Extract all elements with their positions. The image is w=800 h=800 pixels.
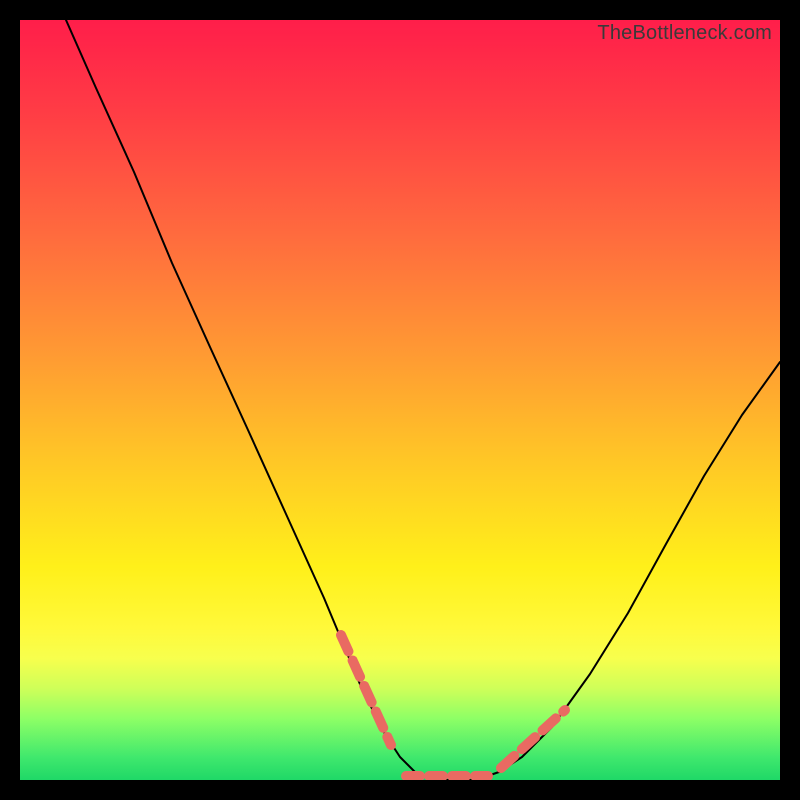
curve-path <box>66 20 780 780</box>
bottleneck-curve <box>20 20 780 780</box>
chart-frame: TheBottleneck.com <box>0 0 800 800</box>
marker-left-dashes <box>341 635 391 745</box>
plot-area: TheBottleneck.com <box>20 20 780 780</box>
marker-right-dashes <box>501 710 565 768</box>
